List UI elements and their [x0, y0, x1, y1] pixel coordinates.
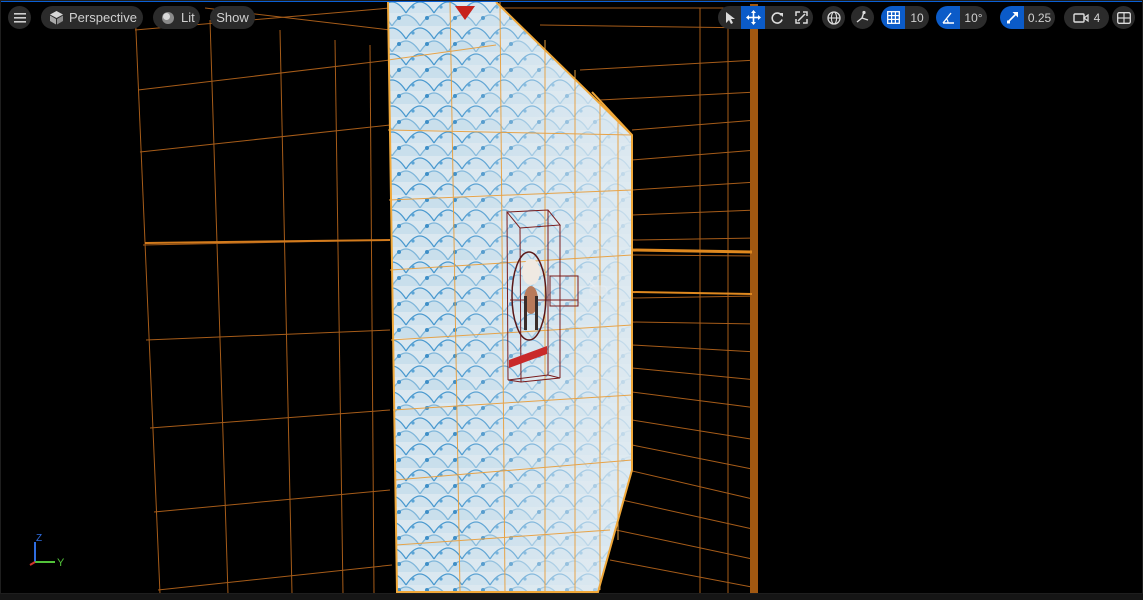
show-label: Show [216, 10, 249, 25]
view-mode-dropdown[interactable]: Perspective [41, 6, 143, 29]
move-arrows-icon [745, 10, 761, 25]
globe-icon [826, 10, 841, 25]
boundary-rail [631, 248, 753, 254]
viewport-bottom-edge [0, 594, 1143, 600]
lighting-mode-label: Lit [181, 10, 195, 25]
cursor-icon [725, 11, 735, 24]
axis-gizmo: Z Y [29, 533, 65, 569]
sphere-icon [162, 11, 174, 24]
rotate-tool-button[interactable] [765, 6, 789, 29]
boundary-post [750, 4, 758, 594]
scale-snap-value-label: 0.25 [1027, 10, 1052, 25]
scale-tool-button[interactable] [789, 6, 813, 29]
viewport-focus-indicator [0, 0, 1143, 2]
translate-tool-button[interactable] [741, 6, 765, 29]
world-local-toggle[interactable] [822, 6, 845, 29]
surface-snapping-button[interactable] [851, 6, 874, 29]
show-dropdown[interactable]: Show [210, 6, 255, 29]
rotate-icon [771, 11, 783, 24]
scene-render[interactable] [0, 0, 1143, 594]
rotation-snap-value[interactable]: 10° [960, 6, 987, 29]
camera-speed-value: 4 [1093, 10, 1101, 25]
ice-wall-mesh [387, 1, 633, 593]
grid-snap-value-label: 10 [910, 10, 924, 25]
viewport-layout-icon [1116, 11, 1131, 24]
axis-y-label: Y [57, 557, 65, 569]
camera-icon [1072, 12, 1089, 23]
angle-icon [941, 12, 954, 24]
axis-z-label: Z [36, 533, 42, 544]
scale-snap-value[interactable]: 0.25 [1024, 6, 1055, 29]
hamburger-icon [13, 12, 26, 23]
view-mode-label: Perspective [69, 10, 137, 25]
select-tool-button[interactable] [718, 6, 741, 29]
cube-icon [50, 11, 63, 25]
grid-snap-toggle[interactable] [881, 6, 905, 29]
rotation-snap-toggle[interactable] [936, 6, 960, 29]
viewport-options-button[interactable] [8, 6, 31, 29]
lighting-mode-dropdown[interactable]: Lit [153, 6, 200, 29]
rotation-snap-value-label: 10° [964, 10, 983, 25]
grid-icon [886, 11, 900, 24]
viewport-layout-button[interactable] [1112, 6, 1135, 29]
diagonal-arrow-icon [1006, 12, 1018, 24]
level-viewport[interactable]: Perspective Lit Show 10 10° 0.25 4 Z Y [0, 0, 1143, 594]
surface-snap-icon [856, 10, 869, 23]
grid-snap-value[interactable]: 10 [905, 6, 929, 29]
scale-snap-toggle[interactable] [1000, 6, 1024, 29]
camera-speed-button[interactable]: 4 [1064, 6, 1109, 29]
scale-icon [794, 11, 808, 24]
